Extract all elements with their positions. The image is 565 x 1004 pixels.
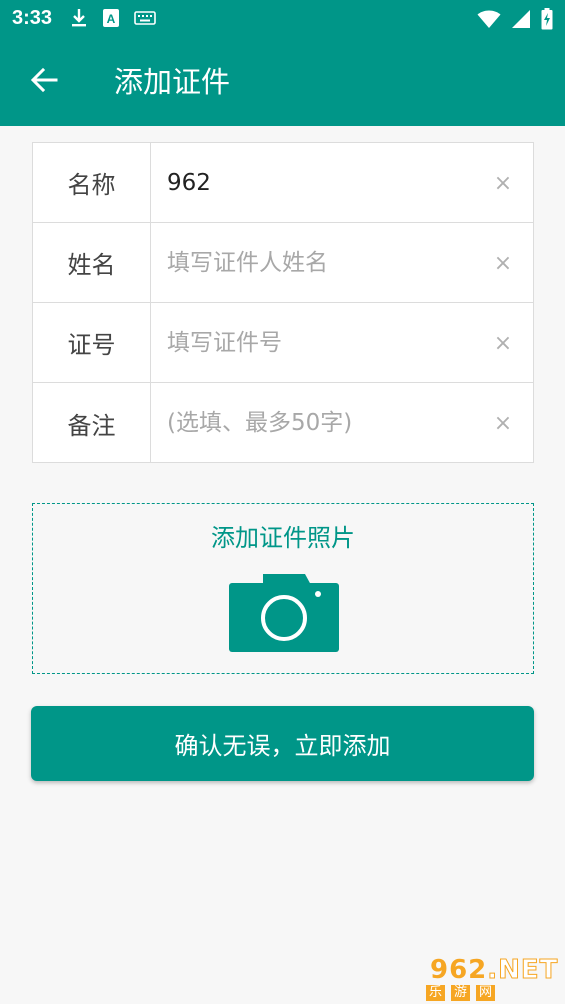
status-bar: 3:33 A (0, 0, 565, 38)
id-number-input[interactable] (151, 303, 491, 382)
watermark-sub: 乐游网 (426, 985, 561, 1001)
remark-label: 备注 (33, 383, 151, 463)
holder-name-input[interactable] (151, 223, 491, 302)
battery-charging-icon (541, 8, 553, 34)
status-time: 3:33 (12, 7, 53, 29)
page-title: 添加证件 (114, 65, 231, 99)
status-icons-left: A (70, 8, 156, 32)
add-photo-area[interactable]: 添加证件照片 (32, 503, 534, 674)
clear-name-icon[interactable]: × (491, 171, 515, 196)
watermark-logo-text: 962.NET (430, 955, 559, 986)
clear-id-number-icon[interactable]: × (491, 331, 515, 356)
app-bar: 添加证件 (0, 38, 565, 126)
wifi-icon (477, 9, 501, 33)
form-row-id-number: 证号 × (33, 303, 533, 383)
back-button[interactable] (22, 60, 66, 104)
status-icons-right (477, 8, 553, 34)
svg-text:A: A (107, 12, 116, 26)
keyboard-icon (134, 10, 156, 30)
name-input[interactable] (151, 143, 491, 222)
remark-input[interactable] (151, 383, 491, 463)
confirm-add-button[interactable]: 确认无误，立即添加 (31, 706, 534, 781)
clear-remark-icon[interactable]: × (491, 411, 515, 436)
name-label: 名称 (33, 143, 151, 222)
watermark-logo: 962.NET 乐游网 (426, 955, 561, 1001)
holder-name-label: 姓名 (33, 223, 151, 302)
camera-icon[interactable] (229, 570, 339, 652)
clear-holder-name-icon[interactable]: × (491, 251, 515, 276)
form-row-remark: 备注 × (33, 383, 533, 463)
arrow-left-icon (30, 66, 58, 98)
form-row-holder-name: 姓名 × (33, 223, 533, 303)
form-row-name: 名称 × (33, 143, 533, 223)
certificate-form: 名称 × 姓名 × 证号 × 备注 × (32, 142, 534, 463)
add-photo-title: 添加证件照片 (211, 524, 355, 552)
signal-icon (511, 9, 531, 33)
font-a-icon: A (102, 8, 120, 32)
id-number-label: 证号 (33, 303, 151, 382)
download-icon (70, 8, 88, 32)
